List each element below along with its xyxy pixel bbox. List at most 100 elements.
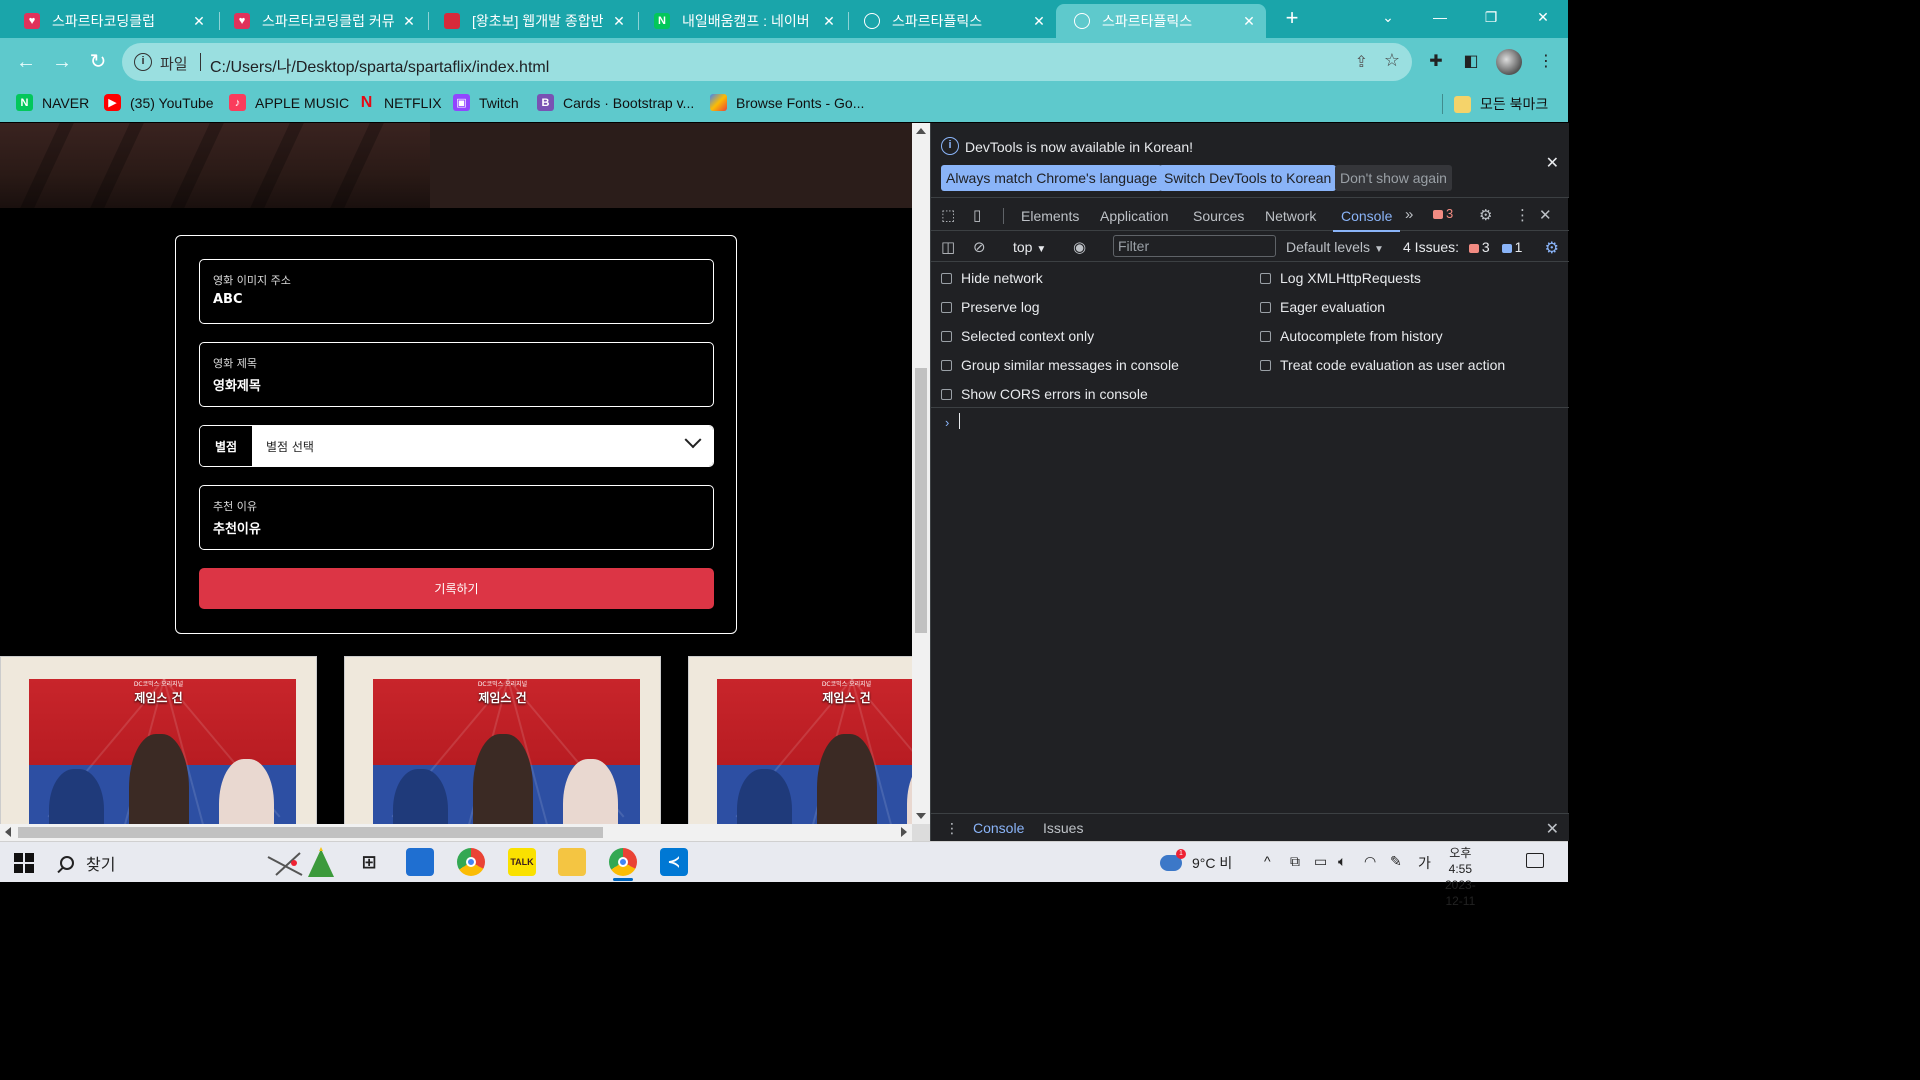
forward-button[interactable]: → bbox=[50, 50, 74, 74]
sidebar-toggle-icon[interactable]: ◫ bbox=[941, 238, 955, 256]
close-tab-icon[interactable]: ✕ bbox=[1240, 13, 1258, 30]
bookmark-apple-music[interactable]: ♪ APPLE MUSIC bbox=[229, 94, 349, 111]
share-icon[interactable]: ⇪ bbox=[1355, 52, 1368, 72]
battery-icon[interactable]: ▭ bbox=[1314, 853, 1327, 870]
page-horizontal-scrollbar[interactable] bbox=[0, 824, 912, 841]
scroll-right-arrow-icon[interactable] bbox=[901, 827, 907, 837]
task-view-icon[interactable]: ⊞ bbox=[355, 848, 383, 876]
image-url-field[interactable]: 영화 이미지 주소 ABC bbox=[199, 259, 714, 324]
bookmark-star-icon[interactable]: ☆ bbox=[1384, 50, 1400, 71]
issues-counter[interactable]: 4 Issues: 3 1 bbox=[1403, 239, 1522, 255]
bookmark-google-fonts[interactable]: Browse Fonts - Go... bbox=[710, 94, 864, 111]
volume-icon[interactable]: 🔈︎ bbox=[1338, 853, 1346, 870]
scroll-left-arrow-icon[interactable] bbox=[5, 827, 11, 837]
checkbox[interactable] bbox=[941, 388, 952, 400]
close-drawer-icon[interactable]: ✕ bbox=[1546, 819, 1559, 839]
option-log-xhr[interactable]: Log XMLHttpRequests bbox=[1260, 270, 1421, 286]
device-toolbar-icon[interactable]: ▯ bbox=[973, 206, 981, 224]
live-expression-eye-icon[interactable]: ◉ bbox=[1073, 238, 1086, 256]
browser-tab[interactable]: ♥ 스파르타코딩클럽 ✕ bbox=[6, 4, 216, 38]
back-button[interactable]: ← bbox=[14, 50, 38, 74]
checkbox[interactable] bbox=[1260, 301, 1271, 313]
movie-poster-card[interactable]: DC코믹스 오리지널 제임스 건 bbox=[344, 656, 661, 824]
checkbox[interactable] bbox=[1260, 359, 1271, 371]
all-bookmarks-folder[interactable]: 모든 북마크 bbox=[1454, 94, 1548, 114]
movie-poster-card[interactable]: DC코믹스 오리지널 제임스 건 bbox=[688, 656, 912, 824]
site-info-icon[interactable]: i bbox=[134, 53, 152, 71]
rating-select[interactable]: 별점 선택 bbox=[252, 426, 713, 466]
restore-button[interactable]: ❐ bbox=[1476, 6, 1506, 28]
clear-console-icon[interactable]: ⊘ bbox=[973, 238, 986, 256]
settings-gear-icon[interactable]: ⚙ bbox=[1479, 206, 1492, 224]
comment-field[interactable]: 추천 이유 추천이유 bbox=[199, 485, 714, 550]
tab-search-chevron-icon[interactable]: ⌄ bbox=[1373, 6, 1403, 28]
close-tab-icon[interactable]: ✕ bbox=[400, 13, 418, 30]
scrollbar-thumb[interactable] bbox=[915, 368, 927, 633]
more-tabs-chevron-icon[interactable]: » bbox=[1405, 206, 1413, 223]
option-preserve-log[interactable]: Preserve log bbox=[941, 299, 1040, 315]
tab-network[interactable]: Network bbox=[1265, 208, 1316, 224]
scroll-up-arrow-icon[interactable] bbox=[916, 128, 926, 134]
extensions-puzzle-icon[interactable]: ✚ bbox=[1424, 50, 1448, 74]
window-close-button[interactable]: ✕ bbox=[1528, 6, 1558, 28]
windows-start-icon[interactable] bbox=[14, 853, 34, 873]
dont-show-again-button[interactable]: Don't show again bbox=[1335, 165, 1452, 191]
tab-application[interactable]: Application bbox=[1100, 208, 1169, 224]
close-infobar-icon[interactable]: ✕ bbox=[1546, 153, 1559, 173]
inspect-element-icon[interactable]: ⬚ bbox=[941, 206, 955, 224]
browser-tab[interactable]: [왕초보] 웹개발 종합반 ✕ bbox=[426, 4, 636, 38]
wifi-icon[interactable]: ◠ bbox=[1364, 853, 1376, 870]
file-explorer-app-icon[interactable] bbox=[558, 848, 586, 876]
option-show-cors-errors[interactable]: Show CORS errors in console bbox=[941, 386, 1148, 402]
context-selector[interactable]: top ▼ bbox=[1013, 239, 1046, 255]
browser-tab[interactable]: 스파르타플릭스 ✕ bbox=[846, 4, 1056, 38]
drawer-tab-console[interactable]: Console bbox=[973, 820, 1024, 836]
url-text[interactable]: C:/Users/나/Desktop/sparta/spartaflix/ind… bbox=[210, 53, 549, 77]
option-eager-evaluation[interactable]: Eager evaluation bbox=[1260, 299, 1385, 315]
drawer-tab-issues[interactable]: Issues bbox=[1043, 820, 1083, 836]
browser-tab[interactable]: N 내일배움캠프 : 네이버 ✕ bbox=[636, 4, 846, 38]
movie-title-input[interactable]: 영화제목 bbox=[213, 375, 261, 394]
devtools-menu-icon[interactable]: ⋮ bbox=[1515, 206, 1530, 224]
new-tab-button[interactable]: + bbox=[1281, 6, 1303, 30]
console-filter-input[interactable] bbox=[1113, 235, 1276, 257]
close-tab-icon[interactable]: ✕ bbox=[610, 13, 628, 30]
computer-app-icon[interactable] bbox=[406, 848, 434, 876]
pen-icon[interactable]: ✎ bbox=[1390, 853, 1402, 870]
tab-elements[interactable]: Elements bbox=[1021, 208, 1079, 224]
checkbox[interactable] bbox=[941, 272, 952, 284]
ime-indicator[interactable]: 가 bbox=[1418, 853, 1431, 873]
console-input-caret[interactable] bbox=[959, 413, 960, 429]
option-treat-eval-user-action[interactable]: Treat code evaluation as user action bbox=[1260, 357, 1505, 373]
close-tab-icon[interactable]: ✕ bbox=[190, 13, 208, 30]
log-levels-dropdown[interactable]: Default levels ▼ bbox=[1286, 239, 1384, 255]
side-panel-icon[interactable]: ◧ bbox=[1459, 50, 1483, 74]
option-group-similar[interactable]: Group similar messages in console bbox=[941, 357, 1179, 373]
bookmark-naver[interactable]: N NAVER bbox=[16, 94, 89, 111]
movie-poster-card[interactable]: DC코믹스 오리지널 제임스 건 bbox=[0, 656, 317, 824]
bookmark-twitch[interactable]: ▣ Twitch bbox=[453, 94, 519, 111]
error-count-badge[interactable]: 3 bbox=[1433, 206, 1453, 221]
option-autocomplete-history[interactable]: Autocomplete from history bbox=[1260, 328, 1443, 344]
chrome-app-icon[interactable] bbox=[457, 848, 485, 876]
bookmark-netflix[interactable]: N NETFLIX bbox=[358, 94, 442, 111]
checkbox[interactable] bbox=[941, 301, 952, 313]
chrome-active-window-icon[interactable] bbox=[609, 848, 637, 881]
page-vertical-scrollbar[interactable] bbox=[912, 123, 930, 824]
weather-widget[interactable]: 1 9°C 비 bbox=[1160, 849, 1232, 873]
checkbox[interactable] bbox=[941, 359, 952, 371]
browser-tab[interactable]: ♥ 스파르타코딩클럽 커뮤 ✕ bbox=[216, 4, 426, 38]
chrome-menu-icon[interactable]: ⋮ bbox=[1534, 50, 1558, 74]
bookmark-bootstrap[interactable]: B Cards · Bootstrap v... bbox=[537, 94, 694, 111]
vscode-app-icon[interactable]: ≺ bbox=[660, 848, 688, 876]
scrollbar-thumb[interactable] bbox=[18, 827, 603, 838]
browser-tab-active[interactable]: 스파르타플릭스 ✕ bbox=[1056, 4, 1266, 38]
minimize-button[interactable]: — bbox=[1425, 6, 1455, 28]
scroll-down-arrow-icon[interactable] bbox=[916, 813, 926, 819]
image-url-input[interactable]: ABC bbox=[213, 292, 243, 307]
kakaotalk-app-icon[interactable]: TALK bbox=[508, 848, 536, 876]
profile-avatar[interactable] bbox=[1496, 49, 1522, 75]
always-match-language-button[interactable]: Always match Chrome's language bbox=[941, 165, 1163, 191]
clock[interactable]: 오후 4:55 2023-12-11 bbox=[1445, 845, 1476, 909]
checkbox[interactable] bbox=[941, 330, 952, 342]
